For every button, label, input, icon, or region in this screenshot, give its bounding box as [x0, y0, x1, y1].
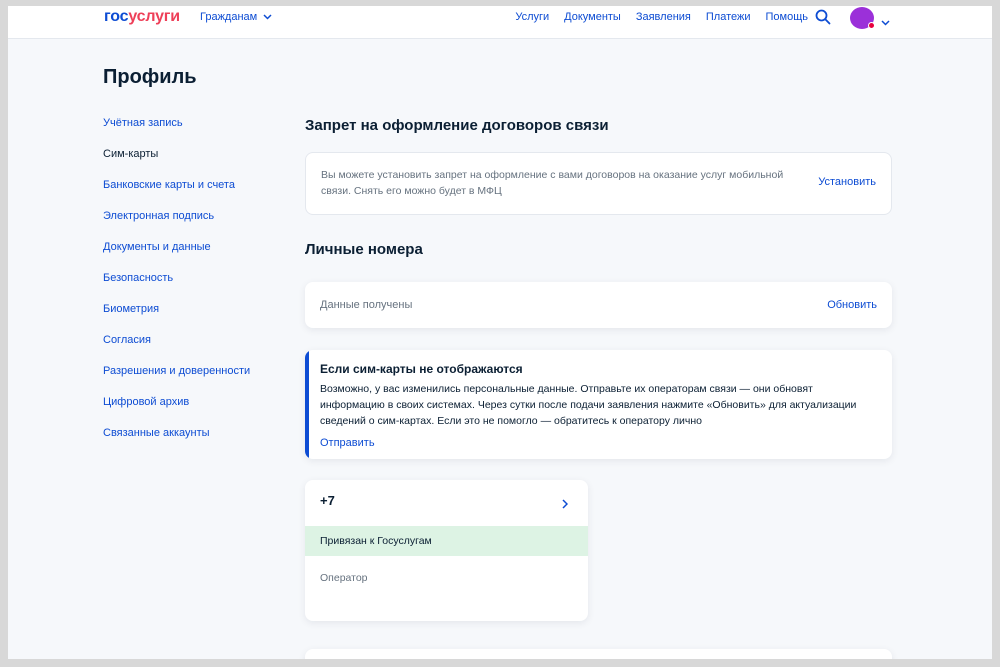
ban-card: Вы можете установить запрет на оформлени…	[305, 152, 892, 215]
sidebar-item-account[interactable]: Учётная запись	[103, 116, 250, 147]
nav-link-services[interactable]: Услуги	[515, 10, 549, 24]
profile-sidebar: Учётная запись Сим-карты Банковские карт…	[103, 116, 250, 457]
search-icon[interactable]	[815, 9, 831, 25]
nav-link-documents[interactable]: Документы	[564, 10, 621, 24]
sidebar-item-documents[interactable]: Документы и данные	[103, 240, 250, 271]
operator-label: Оператор	[320, 572, 368, 584]
chevron-right-icon	[562, 496, 569, 514]
set-ban-button[interactable]: Установить	[818, 175, 876, 189]
sidebar-item-consents[interactable]: Согласия	[103, 333, 250, 364]
chevron-down-icon	[263, 14, 272, 20]
sidebar-item-bank-cards[interactable]: Банковские карты и счета	[103, 178, 250, 209]
data-status-card: Данные получены Обновить	[305, 282, 892, 328]
page-title: Профиль	[103, 66, 197, 88]
chevron-down-icon[interactable]	[881, 13, 890, 31]
info-notice-card: Если сим-карты не отображаются Возможно,…	[305, 350, 892, 459]
nav-link-help[interactable]: Помощь	[766, 10, 809, 24]
phone-number: +7	[320, 493, 335, 508]
linked-status-badge: Привязан к Госуслугам	[305, 526, 588, 556]
send-button[interactable]: Отправить	[320, 436, 375, 450]
logo-part-uslugi: услуги	[128, 8, 180, 25]
sidebar-item-linked-accounts[interactable]: Связанные аккаунты	[103, 426, 250, 457]
top-header: госуслуги Гражданам Услуги Документы Зая…	[8, 6, 992, 39]
nav-link-applications[interactable]: Заявления	[636, 10, 691, 24]
sidebar-item-e-signature[interactable]: Электронная подпись	[103, 209, 250, 240]
next-card-partial	[305, 649, 892, 659]
sim-card-tile[interactable]: +7 Привязан к Госуслугам Оператор	[305, 480, 588, 621]
audience-label: Гражданам	[200, 11, 258, 23]
notice-title: Если сим-карты не отображаются	[320, 362, 523, 376]
section-heading-numbers: Личные номера	[305, 241, 423, 258]
section-heading-ban: Запрет на оформление договоров связи	[305, 117, 609, 134]
browser-viewport: госуслуги Гражданам Услуги Документы Зая…	[8, 6, 992, 659]
status-text: Данные получены	[320, 299, 413, 311]
accent-stripe	[305, 350, 309, 459]
linked-status-text: Привязан к Госуслугам	[320, 535, 432, 547]
logo-part-gos: гос	[104, 8, 129, 25]
sidebar-item-permissions[interactable]: Разрешения и доверенности	[103, 364, 250, 395]
main-nav: Услуги Документы Заявления Платежи Помощ…	[515, 10, 808, 24]
audience-selector[interactable]: Гражданам	[200, 10, 272, 24]
gosuslugi-logo[interactable]: госуслуги	[104, 7, 180, 27]
refresh-button[interactable]: Обновить	[827, 298, 877, 312]
sidebar-item-digital-archive[interactable]: Цифровой архив	[103, 395, 250, 426]
sidebar-item-security[interactable]: Безопасность	[103, 271, 250, 302]
sidebar-item-biometrics[interactable]: Биометрия	[103, 302, 250, 333]
notification-dot	[868, 22, 875, 29]
ban-description: Вы можете установить запрет на оформлени…	[321, 169, 784, 197]
sidebar-item-sim-cards[interactable]: Сим-карты	[103, 147, 250, 178]
nav-link-payments[interactable]: Платежи	[706, 10, 751, 24]
notice-body: Возможно, у вас изменились персональные …	[320, 383, 857, 427]
